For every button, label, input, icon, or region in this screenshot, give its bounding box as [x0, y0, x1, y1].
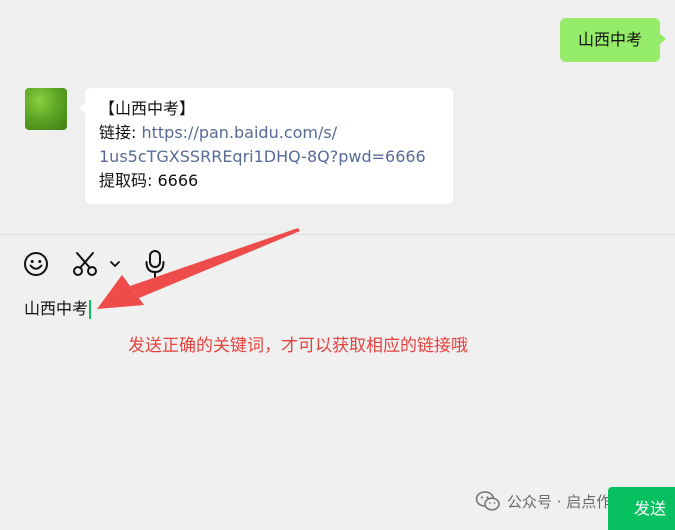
annotation-text: 发送正确的关键词，才可以获取相应的链接哦	[128, 336, 468, 356]
annotation-arrow	[97, 228, 300, 309]
send-button[interactable]: 发送	[608, 487, 675, 530]
watermark: 公众号 · 启点作业	[475, 490, 626, 512]
wechat-icon	[475, 491, 500, 511]
